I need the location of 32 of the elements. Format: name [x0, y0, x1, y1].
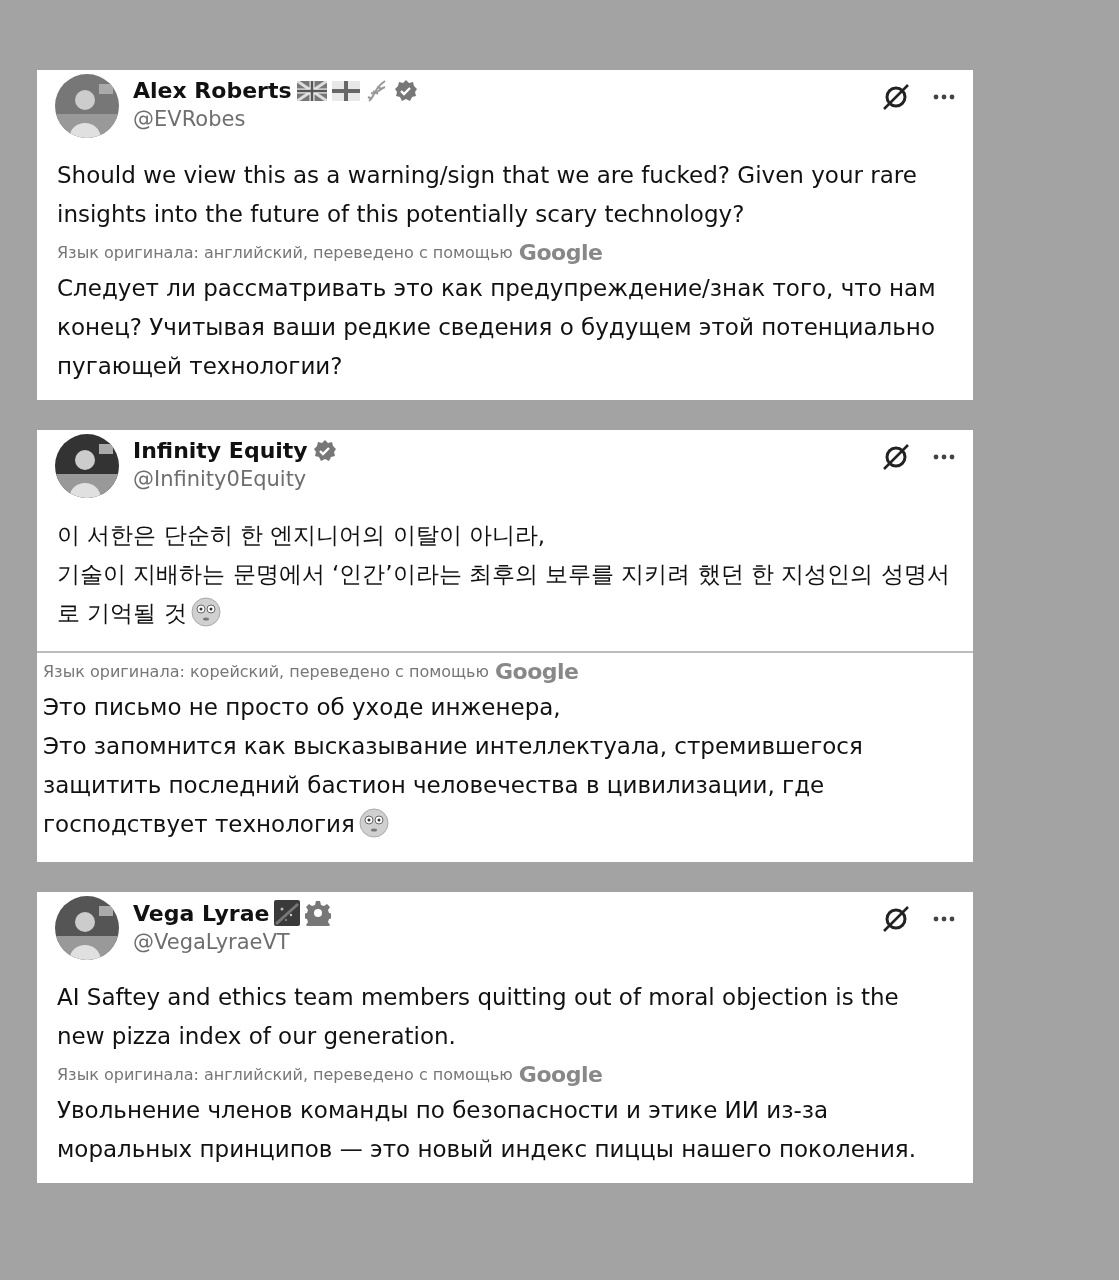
- provider-logo: Google: [518, 240, 603, 265]
- post-text: Should we view this as a warning/sign that we are fucked? Given your rare insights into the future of this potentially scary technology?: [57, 161, 918, 229]
- post-text: AI Saftey and ethics team members quitting out of moral objection is the new pizza index of our generation.: [57, 983, 900, 1051]
- post-text: 이 서한은 단순히 한 엔지니어의 이탈이 아니라, 기술이 지배하는 문명에서 ‘인간’이라는 최후의 보루를 지키려 했던 한 지성인의 성명서로 기억될 것: [57, 521, 951, 629]
- user-name: Vega Lyrae: [133, 900, 270, 926]
- flushed-emoji-icon: [358, 808, 389, 838]
- user-handle: @VegaLyraeVT: [133, 930, 291, 954]
- grok-icon[interactable]: [881, 442, 911, 472]
- grok-icon[interactable]: [881, 904, 911, 934]
- user-handle: @Infinity0Equity: [133, 467, 308, 491]
- translation-note: Язык оригинала: английский, переведено с помощью: [57, 243, 513, 262]
- more-icon[interactable]: [933, 916, 955, 922]
- verified-badge-icon: [312, 438, 337, 463]
- provider-logo: Google: [495, 659, 579, 684]
- translated-text: Следует ли рассматривать это как предупреждение/знак того, что нам конец? Учитывая ваши редкие сведения о будущем этой потенциально пугающей технологии?: [57, 274, 937, 381]
- user-handle: @EVRobes: [133, 107, 247, 131]
- user-name: Infinity Equity: [133, 438, 308, 463]
- flushed-emoji-icon: [190, 597, 221, 627]
- grok-icon[interactable]: [881, 82, 911, 112]
- user-name: Alex Roberts: [133, 78, 292, 103]
- image-icon: [274, 900, 301, 926]
- more-icon[interactable]: [933, 454, 955, 460]
- verified-badge-icon: [393, 78, 418, 103]
- gear-icon: [305, 900, 332, 926]
- translated-text: Увольнение членов команды по безопасности и этике ИИ из-за моральных принципов — это новый индекс пиццы нашего поколения.: [57, 1096, 917, 1164]
- translation-note: Язык оригинала: корейский, переведено с помощью: [43, 662, 489, 681]
- provider-logo: Google: [518, 1062, 603, 1087]
- more-icon[interactable]: [933, 94, 955, 100]
- flag-icon: [296, 80, 327, 101]
- translation-note: Язык оригинала: английский, переведено с помощью: [57, 1065, 513, 1084]
- flag-icon: [331, 80, 360, 101]
- translated-text: Это письмо не просто об уходе инженера, Это запомнится как высказывание интеллектуала, стремившегося защитить последний бастион человечества в цивилизации, где господствует технология: [43, 693, 864, 840]
